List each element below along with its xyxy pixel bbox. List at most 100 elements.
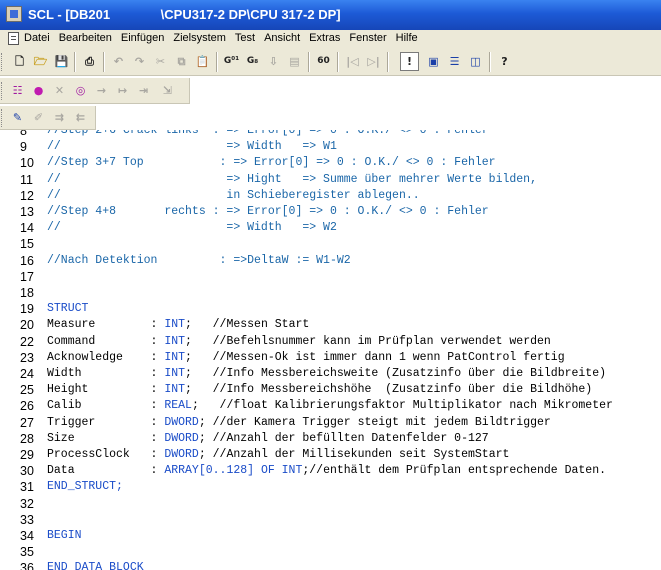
tile-horizontal-icon[interactable]: ☰ bbox=[445, 52, 464, 71]
document-icon[interactable] bbox=[8, 32, 19, 45]
print-icon[interactable]: ⎙ bbox=[80, 52, 99, 71]
line-number: 24 bbox=[20, 367, 34, 381]
code-line[interactable]: 20 Measure : INT; //Messen Start bbox=[0, 317, 661, 333]
open-folder-icon[interactable]: 🗁 bbox=[31, 52, 50, 71]
toolbar-separator bbox=[74, 52, 76, 72]
code-line[interactable]: 9 // => Width => W1 bbox=[0, 139, 661, 155]
code-line[interactable]: 19 STRUCT bbox=[0, 301, 661, 317]
marker-button[interactable]: ! bbox=[400, 52, 419, 71]
step-over-icon[interactable]: ↦ bbox=[113, 81, 132, 100]
code-line[interactable]: 12 // in Schieberegister ablegen.. bbox=[0, 188, 661, 204]
code-token: //Step 4+8 rechts : => Error[0] => 0 : O… bbox=[47, 205, 489, 218]
toolbar-grip[interactable] bbox=[1, 109, 5, 127]
toolbar-separator bbox=[489, 52, 491, 72]
code-token: INT bbox=[164, 383, 186, 397]
code-token: BEGIN bbox=[47, 529, 82, 542]
list-icon[interactable]: ☷ bbox=[8, 81, 27, 100]
line-number: 17 bbox=[20, 269, 34, 284]
breakpoint-prev-icon[interactable]: |◁ bbox=[343, 52, 362, 71]
code-line[interactable]: 24 Width : INT; //Info Messbereichsweite … bbox=[0, 366, 661, 382]
format-icon[interactable]: ✐ bbox=[29, 108, 48, 127]
menu-item-datei[interactable]: Datei bbox=[24, 32, 50, 44]
code-line[interactable]: 22 Command : INT; //Befehlsnummer kann im… bbox=[0, 334, 661, 350]
windows-cascade-icon[interactable]: ▣ bbox=[424, 52, 443, 71]
code-text: // => Width => W1 bbox=[47, 139, 337, 155]
code-line[interactable]: 30 Data : ARRAY[0..128] OF INT;//enthält … bbox=[0, 463, 661, 479]
menu-item-einfügen[interactable]: Einfügen bbox=[121, 32, 164, 44]
pencil-icon[interactable]: ✎ bbox=[8, 108, 27, 127]
zoom-button[interactable]: 60 bbox=[314, 52, 333, 71]
code-text: Height : INT; //Info Messbereichshöhe (Z… bbox=[47, 382, 592, 398]
code-line[interactable]: 25 Height : INT; //Info Messbereichshöhe … bbox=[0, 382, 661, 398]
app-icon[interactable] bbox=[6, 6, 22, 22]
compile-icon[interactable]: G⁰¹ bbox=[222, 52, 241, 71]
code-token: ARRAY[0..128] OF INT bbox=[164, 464, 303, 478]
code-line[interactable]: 28 Size : DWORD; //Anzahl der befüllten D… bbox=[0, 431, 661, 447]
compile-all-icon[interactable]: G₈ bbox=[243, 52, 262, 71]
tile-vertical-icon[interactable]: ◫ bbox=[466, 52, 485, 71]
save-icon[interactable]: 💾 bbox=[52, 52, 71, 71]
indent-icon[interactable]: ⇉ bbox=[50, 108, 69, 127]
window-title: SCL - [DB201 \CPU317-2 DP\CPU 317-2 DP] bbox=[28, 7, 341, 22]
download-icon[interactable]: ⇩ bbox=[264, 52, 283, 71]
paste-icon[interactable]: 📋 bbox=[193, 52, 212, 71]
code-line[interactable]: 31 END_STRUCT; bbox=[0, 479, 661, 495]
code-line[interactable]: 26 Calib : REAL; //float Kalibrierungsfak… bbox=[0, 398, 661, 414]
code-token: DWORD bbox=[164, 431, 199, 445]
help-button[interactable]: ? bbox=[495, 52, 514, 71]
code-line[interactable]: 14 // => Width => W2 bbox=[0, 220, 661, 236]
toolbar-grip[interactable] bbox=[1, 82, 5, 100]
copy-icon[interactable]: ⧉ bbox=[172, 52, 191, 71]
code-token: Height : bbox=[47, 383, 165, 397]
step-into-icon[interactable]: → bbox=[92, 81, 111, 100]
menu-item-bearbeiten[interactable]: Bearbeiten bbox=[59, 32, 112, 44]
code-line[interactable]: 10 //Step 3+7 Top : => Error[0] => 0 : O.… bbox=[0, 155, 661, 171]
line-number: 10 bbox=[20, 156, 34, 171]
outdent-icon[interactable]: ⇇ bbox=[71, 108, 90, 127]
line-number: 36 bbox=[20, 561, 34, 570]
code-line[interactable]: 13 //Step 4+8 rechts : => Error[0] => 0 :… bbox=[0, 204, 661, 220]
menu-item-zielsystem[interactable]: Zielsystem bbox=[173, 32, 226, 44]
code-text: Command : INT; //Befehlsnummer kann im P… bbox=[47, 334, 551, 350]
code-line[interactable]: 33 bbox=[0, 512, 661, 528]
code-token: //Step 3+7 Top : => Error[0] => 0 : O.K.… bbox=[47, 156, 496, 170]
code-line[interactable]: 16 //Nach Detektion : =>DeltaW := W1-W2 bbox=[0, 253, 661, 269]
line-number: 33 bbox=[20, 512, 34, 527]
menu-item-extras[interactable]: Extras bbox=[309, 32, 340, 44]
code-editor[interactable]: 8 //Step 2+6 Crack links : => Error[0] =>… bbox=[0, 130, 661, 570]
menu-item-hilfe[interactable]: Hilfe bbox=[396, 32, 418, 44]
code-line[interactable]: 17 bbox=[0, 269, 661, 285]
breakpoint-activate-icon[interactable]: ◎ bbox=[71, 81, 90, 100]
code-line[interactable]: 35 bbox=[0, 544, 661, 560]
run-to-cursor-icon[interactable]: ⇲ bbox=[158, 81, 177, 100]
code-line[interactable]: 11 // => Hight => Summe über mehrer Werte… bbox=[0, 172, 661, 188]
code-line[interactable]: 23 Acknowledge : INT; //Messen-Ok ist imm… bbox=[0, 350, 661, 366]
code-line[interactable]: 32 bbox=[0, 496, 661, 512]
code-token: Size : bbox=[47, 431, 165, 445]
code-line[interactable]: 15 bbox=[0, 236, 661, 252]
breakpoint-icon[interactable]: ● bbox=[29, 81, 48, 100]
breakpoint-next-icon[interactable]: ▷| bbox=[364, 52, 383, 71]
redo-icon[interactable]: ↷ bbox=[130, 52, 149, 71]
code-line[interactable]: 18 bbox=[0, 285, 661, 301]
step-out-icon[interactable]: ⇥ bbox=[134, 81, 153, 100]
code-text: //Nach Detektion : =>DeltaW := W1-W2 bbox=[47, 253, 351, 269]
code-line[interactable]: 29 ProcessClock : DWORD; //Anzahl der Mil… bbox=[0, 447, 661, 463]
menu-item-test[interactable]: Test bbox=[235, 32, 255, 44]
monitor-icon[interactable]: ▤ bbox=[285, 52, 304, 71]
code-line[interactable]: 36 END_DATA_BLOCK bbox=[0, 560, 661, 570]
breakpoint-delete-icon[interactable]: ✕ bbox=[50, 81, 69, 100]
new-file-icon[interactable]: 🗋 bbox=[10, 52, 29, 71]
code-token: // => Width => W2 bbox=[47, 221, 337, 235]
title-bar: SCL - [DB201 \CPU317-2 DP\CPU 317-2 DP] bbox=[0, 0, 661, 30]
code-line[interactable]: 34 BEGIN bbox=[0, 528, 661, 544]
code-token: ; //Messen Start bbox=[185, 318, 310, 332]
cut-icon[interactable]: ✂ bbox=[151, 52, 170, 71]
code-line[interactable]: 27 Trigger : DWORD; //der Kamera Trigger … bbox=[0, 415, 661, 431]
menu-item-fenster[interactable]: Fenster bbox=[349, 32, 386, 44]
undo-icon[interactable]: ↶ bbox=[109, 52, 128, 71]
code-text: Acknowledge : INT; //Messen-Ok ist immer… bbox=[47, 350, 565, 366]
code-line[interactable]: 8 //Step 2+6 Crack links : => Error[0] =>… bbox=[0, 130, 661, 139]
menu-item-ansicht[interactable]: Ansicht bbox=[264, 32, 300, 44]
toolbar-grip[interactable] bbox=[1, 53, 5, 71]
